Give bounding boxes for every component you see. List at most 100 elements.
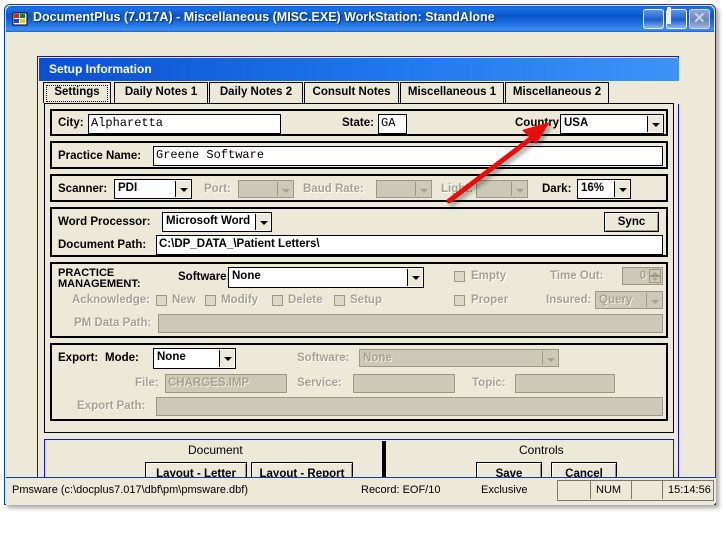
pm-insured-dropdown: Query	[595, 291, 663, 309]
controls-group-title: Controls	[519, 443, 564, 457]
city-label: City:	[58, 117, 84, 129]
export-software-dropdown-value: None	[363, 352, 392, 364]
dark-dropdown-value: 16%	[581, 182, 604, 194]
dark-dropdown[interactable]: 16%	[577, 179, 631, 199]
tab-consult-notes[interactable]: Consult Notes	[304, 82, 399, 103]
export-path-input	[156, 397, 663, 416]
baud-rate-dropdown	[376, 180, 432, 198]
pm-ack-delete-checkbox	[272, 295, 283, 306]
port-dropdown	[238, 180, 294, 198]
status-record-info: Record: EOF/10	[361, 481, 440, 500]
city-input[interactable]: Alpharetta	[88, 114, 281, 134]
pm-proper-label: Proper	[471, 294, 508, 306]
scanner-label: Scanner:	[58, 183, 107, 195]
pm-ack-new-checkbox	[156, 295, 167, 306]
chevron-down-icon	[542, 351, 557, 365]
status-bar: Pmsware (c:\docplus7.017\dbf\pm\pmsware.…	[6, 477, 716, 503]
setup-panel-caption: Setup Information	[39, 58, 679, 81]
scanner-dropdown[interactable]: PDI	[114, 179, 192, 199]
pm-timeout-label: Time Out:	[550, 270, 603, 282]
chevron-down-icon[interactable]	[219, 350, 234, 367]
status-num-indicator: NUM	[596, 481, 621, 500]
export-group: Export: Mode: None Software: None File: …	[50, 343, 668, 421]
export-mode-dropdown-value: None	[157, 351, 186, 363]
export-software-dropdown: None	[359, 349, 559, 367]
status-table-info: Pmsware (c:\docplus7.017\dbf\pm\pmsware.…	[12, 481, 248, 500]
chevron-down-icon	[415, 182, 430, 196]
stepper-up-icon	[649, 269, 661, 276]
status-ins-indicator	[636, 481, 660, 500]
sync-button-label: Sync	[618, 216, 646, 228]
pm-software-label: Software:	[178, 271, 230, 283]
pm-section-title-line2: MANAGEMENT:	[58, 279, 141, 290]
chevron-down-icon[interactable]	[175, 181, 190, 197]
minimize-button[interactable]	[643, 9, 664, 29]
tab-settings[interactable]: Settings	[43, 82, 111, 103]
export-mode-dropdown[interactable]: None	[153, 348, 236, 369]
stepper-down-icon	[649, 276, 661, 283]
baud-rate-label: Baud Rate:	[303, 183, 364, 195]
practice-name-group: Practice Name: Greene Software	[50, 141, 668, 169]
close-icon: ✕	[693, 11, 706, 26]
pm-empty-checkbox	[454, 271, 465, 282]
sync-button[interactable]: Sync	[604, 212, 659, 232]
pm-ack-delete-label: Delete	[288, 294, 323, 306]
document-path-input[interactable]: C:\DP_DATA_\Patient Letters\	[156, 235, 663, 255]
export-path-label: Export Path:	[77, 400, 145, 412]
word-processor-dropdown[interactable]: Microsoft Word	[162, 212, 272, 232]
practice-management-group: PRACTICE MANAGEMENT: Software: None Empt…	[50, 262, 668, 338]
port-label: Port:	[204, 183, 231, 195]
status-clock: 15:14:56	[668, 481, 711, 500]
pm-ack-modify-checkbox	[205, 295, 216, 306]
country-dropdown[interactable]: USA	[560, 114, 664, 134]
pm-empty-label: Empty	[471, 270, 506, 282]
practice-name-input[interactable]: Greene Software	[153, 146, 663, 166]
state-input[interactable]: GA	[378, 114, 407, 134]
word-processor-group: Word Processor: Microsoft Word Sync Docu…	[50, 207, 668, 257]
pm-acknowledge-label: Acknowledge:	[72, 294, 150, 306]
maximize-button[interactable]	[666, 9, 687, 29]
document-path-label: Document Path:	[58, 239, 146, 251]
tab-miscellaneous-2[interactable]: Miscellaneous 2	[505, 82, 609, 103]
tab-strip: Settings Daily Notes 1 Daily Notes 2 Con…	[39, 81, 679, 104]
status-sep-3	[662, 480, 663, 499]
setup-information-panel: Setup Information Settings Daily Notes 1…	[37, 56, 679, 498]
title-bar[interactable]: DocumentPlus (7.017A) - Miscellaneous (M…	[6, 6, 714, 32]
status-lock-mode: Exclusive	[481, 481, 527, 500]
export-service-input	[353, 374, 455, 393]
pm-ack-setup-label: Setup	[350, 294, 382, 306]
application-window: DocumentPlus (7.017A) - Miscellaneous (M…	[4, 4, 716, 505]
export-mode-label: Mode:	[105, 352, 139, 364]
export-label: Export:	[58, 352, 98, 364]
tab-focus-rect	[46, 85, 108, 102]
chevron-down-icon	[646, 293, 661, 307]
export-topic-input	[515, 374, 615, 393]
chevron-down-icon[interactable]	[255, 214, 270, 230]
tab-miscellaneous-1[interactable]: Miscellaneous 1	[400, 82, 504, 103]
light-label: Light:	[441, 183, 473, 195]
chevron-down-icon[interactable]	[647, 116, 662, 132]
export-file-input: CHARGES.IMP	[165, 374, 287, 393]
address-group: City: Alpharetta State: GA Country: USA	[50, 109, 668, 136]
tab-daily-notes-1[interactable]: Daily Notes 1	[114, 82, 208, 103]
word-processor-label: Word Processor:	[58, 216, 150, 228]
pm-software-dropdown-value: None	[232, 270, 261, 282]
close-button[interactable]: ✕	[689, 9, 710, 29]
status-indicator-group: NUM 15:14:56	[557, 480, 714, 501]
chevron-down-icon[interactable]	[407, 269, 422, 286]
chevron-down-icon	[277, 182, 292, 196]
chevron-down-icon[interactable]	[614, 181, 629, 197]
pm-software-dropdown[interactable]: None	[228, 267, 424, 288]
window-title: DocumentPlus (7.017A) - Miscellaneous (M…	[33, 10, 495, 24]
pm-ack-modify-label: Modify	[221, 294, 258, 306]
maximize-icon	[667, 7, 671, 24]
light-dropdown	[476, 180, 528, 198]
tab-daily-notes-2-label: Daily Notes 2	[220, 86, 292, 98]
pm-data-path-input	[158, 314, 663, 333]
tab-daily-notes-2[interactable]: Daily Notes 2	[209, 82, 303, 103]
scanner-dropdown-value: PDI	[118, 182, 137, 194]
pm-timeout-value: 0	[640, 270, 646, 282]
state-label: State:	[342, 117, 374, 129]
client-area: Setup Information Settings Daily Notes 1…	[6, 32, 714, 505]
tab-miscellaneous-2-label: Miscellaneous 2	[513, 86, 601, 98]
